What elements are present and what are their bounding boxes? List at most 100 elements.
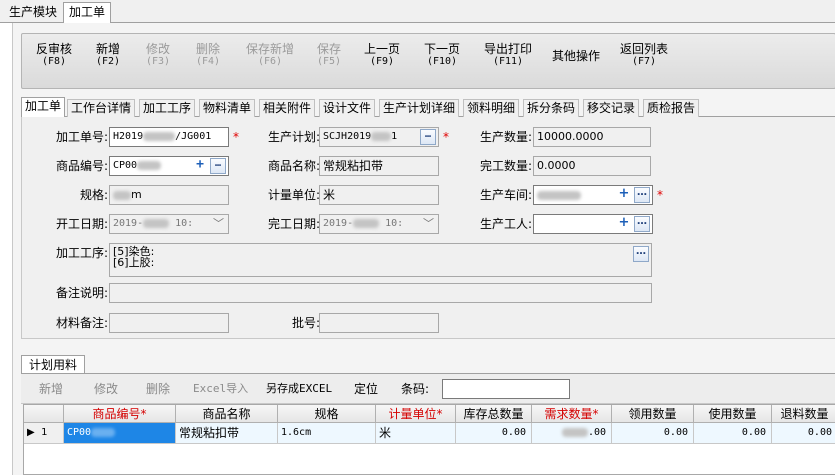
cell-product-name[interactable]: 常规粘扣带: [176, 423, 278, 444]
barcode-input[interactable]: [442, 379, 570, 399]
material-note-field[interactable]: [109, 313, 229, 333]
tab-plan-details[interactable]: 生产计划详细: [379, 99, 460, 117]
tab-handover-records[interactable]: 移交记录: [583, 99, 640, 117]
process-field[interactable]: [5]染色: [6]上胶: …: [109, 243, 652, 277]
save-and-new-button[interactable]: 保存新增 (F6): [242, 43, 298, 68]
unit-label: 计量单位:: [267, 188, 320, 202]
done-qty-label: 完工数量:: [479, 159, 532, 173]
col-picked-qty[interactable]: 领用数量: [612, 405, 694, 423]
workshop-label: 生产车间:: [479, 188, 532, 202]
required-mark: *: [657, 188, 663, 202]
other-actions-button[interactable]: 其他操作: [548, 50, 604, 63]
add-icon[interactable]: +: [616, 216, 632, 232]
done-qty-field[interactable]: 0.0000: [533, 156, 651, 176]
plan-add-button[interactable]: 新增: [39, 382, 63, 396]
start-date-label: 开工日期:: [55, 217, 108, 231]
col-product-name[interactable]: 商品名称: [176, 405, 278, 423]
tab-workbench-details[interactable]: 工作台详情: [67, 99, 136, 117]
product-lookup-icon[interactable]: …: [210, 158, 226, 174]
cell-stock-qty[interactable]: 0.00: [456, 423, 532, 444]
plan-label: 生产计划:: [267, 130, 320, 144]
back-to-list-button[interactable]: 返回列表 (F7): [616, 43, 672, 68]
plan-delete-button[interactable]: 删除: [146, 382, 170, 396]
batch-label: 批号:: [291, 316, 320, 330]
tab-production-module[interactable]: 生产模块: [4, 3, 62, 23]
plan-materials-grid: 商品编号* 商品名称 规格 计量单位* 库存总数量 需求数量* 领用数量 使用数…: [23, 404, 835, 475]
col-demand-qty[interactable]: 需求数量*: [532, 405, 612, 423]
edit-button[interactable]: 修改 (F3): [142, 43, 174, 68]
col-stock-qty[interactable]: 库存总数量: [456, 405, 532, 423]
tab-split-barcode[interactable]: 拆分条码: [523, 99, 580, 117]
cell-used-qty[interactable]: 0.00: [694, 423, 772, 444]
form-tab-bar: 加工单 工作台详情 加工工序 物料清单 相关附件 设计文件 生产计划详细 领料明…: [21, 97, 835, 118]
product-name-field[interactable]: 常规粘扣带: [319, 156, 439, 176]
tab-attachments[interactable]: 相关附件: [259, 99, 316, 117]
row-indicator-icon: ▶: [27, 427, 35, 438]
excel-import-button[interactable]: Excel导入: [193, 382, 248, 396]
col-returned-qty[interactable]: 退料数量: [772, 405, 835, 423]
plan-field[interactable]: SCJH2019 1…: [319, 127, 439, 147]
add-button[interactable]: 新增 (F2): [92, 43, 124, 68]
next-page-button[interactable]: 下一页 (F10): [420, 43, 464, 68]
process-lookup-icon[interactable]: …: [633, 246, 649, 262]
locate-button[interactable]: 定位: [354, 382, 378, 396]
spec-label: 规格:: [79, 188, 108, 202]
spec-field[interactable]: m: [109, 185, 229, 205]
workshop-lookup-icon[interactable]: …: [634, 187, 650, 203]
chevron-down-icon[interactable]: ﹀: [213, 215, 224, 233]
cell-demand-qty[interactable]: .00: [532, 423, 612, 444]
workshop-field[interactable]: +…: [533, 185, 653, 205]
end-date-label: 完工日期:: [267, 217, 320, 231]
export-print-button[interactable]: 导出打印 (F11): [480, 43, 536, 68]
tab-work-order[interactable]: 加工单: [63, 2, 112, 23]
delete-button[interactable]: 删除 (F4): [192, 43, 224, 68]
prev-page-button[interactable]: 上一页 (F9): [360, 43, 404, 68]
process-line: [5]染色:: [113, 245, 155, 258]
process-line: [6]上胶:: [113, 256, 155, 269]
start-date-field[interactable]: 2019- 10: ﹀: [109, 214, 229, 234]
add-icon[interactable]: +: [192, 158, 208, 174]
add-icon[interactable]: +: [616, 187, 632, 203]
cell-picked-qty[interactable]: 0.00: [612, 423, 694, 444]
process-label: 加工工序:: [55, 246, 108, 260]
qty-field[interactable]: 10000.0000: [533, 127, 651, 147]
chevron-down-icon[interactable]: ﹀: [423, 215, 434, 233]
plan-edit-button[interactable]: 修改: [94, 382, 118, 396]
col-used-qty[interactable]: 使用数量: [694, 405, 772, 423]
tab-plan-materials[interactable]: 计划用料: [21, 355, 86, 374]
order-no-field[interactable]: H2019/JG001: [109, 127, 229, 147]
required-mark: *: [443, 130, 449, 144]
tab-picking-details[interactable]: 领料明细: [463, 99, 520, 117]
batch-field[interactable]: [319, 313, 439, 333]
unit-field[interactable]: 米: [319, 185, 439, 205]
tab-qc-report[interactable]: 质检报告: [643, 99, 700, 117]
tab-bom[interactable]: 物料清单: [199, 99, 256, 117]
barcode-label: 条码:: [401, 382, 430, 396]
tab-processes[interactable]: 加工工序: [139, 99, 196, 117]
col-spec[interactable]: 规格: [278, 405, 376, 423]
unaudit-button[interactable]: 反审核 (F8): [32, 43, 76, 68]
product-name-label: 商品名称:: [267, 159, 320, 173]
tab-design-files[interactable]: 设计文件: [319, 99, 376, 117]
cell-returned-qty[interactable]: 0.00: [772, 423, 835, 444]
remark-field[interactable]: [109, 283, 652, 303]
product-code-field[interactable]: CP00 +…: [109, 156, 229, 176]
product-code-label: 商品编号:: [55, 159, 108, 173]
tab-work-order-form[interactable]: 加工单: [21, 97, 66, 118]
module-tab-bar: 生产模块 加工单: [0, 0, 835, 23]
save-as-excel-button[interactable]: 另存成EXCEL: [266, 382, 332, 396]
cell-product-code[interactable]: CP00: [64, 423, 176, 444]
col-product-code[interactable]: 商品编号*: [64, 405, 176, 423]
plan-lookup-icon[interactable]: …: [420, 129, 436, 145]
worker-lookup-icon[interactable]: …: [634, 216, 650, 232]
worker-field[interactable]: +…: [533, 214, 653, 234]
grid-corner: [24, 405, 64, 423]
cell-unit[interactable]: 米: [376, 423, 456, 444]
material-note-label: 材料备注:: [55, 316, 108, 330]
save-button[interactable]: 保存 (F5): [313, 43, 345, 68]
work-order-page: 反审核 (F8) 新增 (F2) 修改 (F3) 删除 (F4) 保存新增 (F6) 保存…: [12, 23, 835, 475]
order-no-label: 加工单号:: [55, 130, 108, 144]
cell-spec[interactable]: 1.6cm: [278, 423, 376, 444]
end-date-field[interactable]: 2019- 10: ﹀: [319, 214, 439, 234]
col-unit[interactable]: 计量单位*: [376, 405, 456, 423]
